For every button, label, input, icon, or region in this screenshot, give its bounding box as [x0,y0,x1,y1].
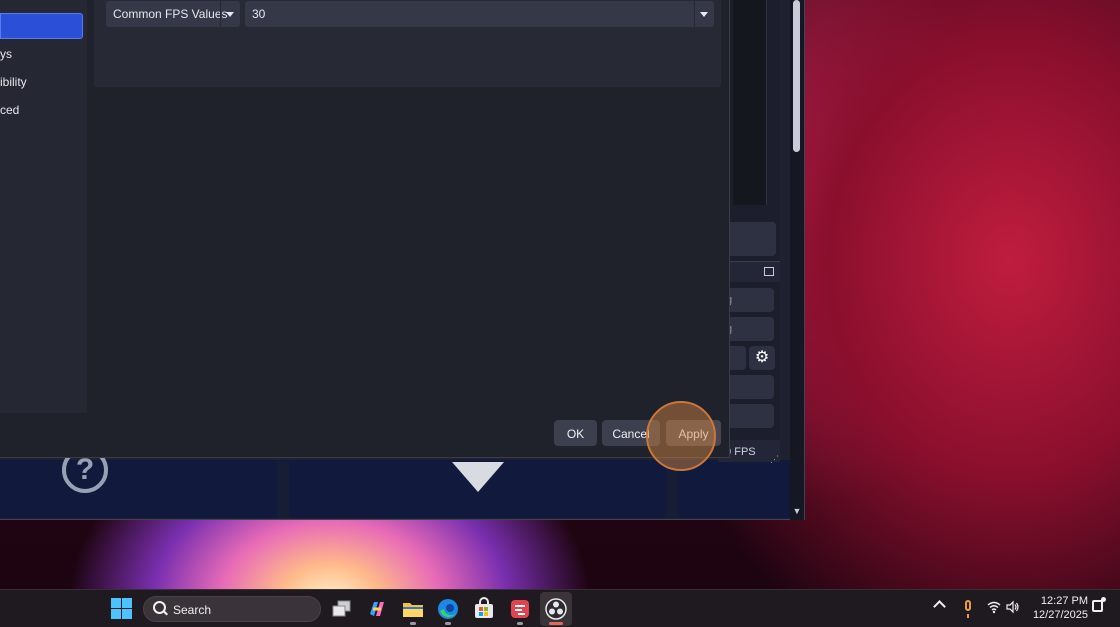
fps-type-dropdown-button[interactable] [220,1,240,27]
sidebar-item-label: ced [0,103,20,117]
file-explorer-icon[interactable] [400,596,426,622]
virtual-camera-settings-icon[interactable]: ⚙ [749,346,775,370]
fps-type-select[interactable]: Common FPS Values [106,1,240,27]
clock-time[interactable]: 12:27 PM [1030,595,1088,607]
sidebar-item-label: ibility [0,75,27,89]
resize-grip-icon[interactable]: ⋰ [770,454,779,465]
task-view-icon[interactable] [329,596,355,622]
running-indicator [517,622,523,625]
app-icon[interactable] [507,596,533,622]
preview-edge [733,0,767,205]
taskbar-search-box[interactable]: Search [143,596,321,622]
chevron-down-icon [700,12,708,17]
cancel-button[interactable]: Cancel [602,420,660,446]
taskbar: Search 12:27 PM 12/27/2025 [0,589,1120,627]
fps-value-select[interactable]: 30 [245,1,714,27]
fps-value: 30 [252,7,266,21]
running-indicator [445,622,451,625]
running-indicator [410,622,416,625]
sidebar-item-label: ys [0,47,12,61]
scroll-down-icon[interactable]: ▼ [791,505,803,517]
transition-panel [722,222,776,256]
obs-icon[interactable] [543,596,569,622]
wifi-icon[interactable] [987,600,1001,614]
sidebar-item-hotkeys[interactable]: ys [0,41,87,67]
settings-dialog: ys ibility ced Common FPS Values 30 OK C… [0,0,730,458]
ok-button[interactable]: OK [554,420,597,446]
apply-button[interactable]: Apply [666,420,721,446]
search-icon-handle [163,610,168,616]
microphone-icon[interactable] [965,600,971,618]
active-indicator [549,622,563,625]
notifications-icon[interactable] [1092,597,1106,612]
fps-type-value: Common FPS Values [113,7,228,21]
sidebar-item-accessibility[interactable]: ibility [0,69,87,95]
controls-dock-header [722,261,780,282]
fps-value-dropdown-button[interactable] [694,1,714,27]
dock-separator[interactable] [277,462,289,518]
undock-icon[interactable] [764,267,774,276]
clock-date[interactable]: 12/27/2025 [1030,609,1088,621]
settings-sidebar: ys ibility ced [0,0,87,413]
volume-icon[interactable] [1006,600,1020,614]
show-hidden-icons-chevron[interactable] [933,600,946,613]
drop-arrow-icon [452,462,504,492]
search-placeholder: Search [173,603,212,617]
dock-separator[interactable] [666,462,678,518]
sidebar-item-advanced[interactable]: ced [0,97,87,123]
edge-icon[interactable] [435,596,461,622]
copilot-icon[interactable] [364,596,390,622]
sidebar-item-video[interactable] [0,13,83,39]
start-icon[interactable] [111,598,133,620]
microsoft-store-icon[interactable] [471,596,497,622]
scrollbar-thumb[interactable] [793,0,800,152]
chevron-down-icon [226,12,234,17]
